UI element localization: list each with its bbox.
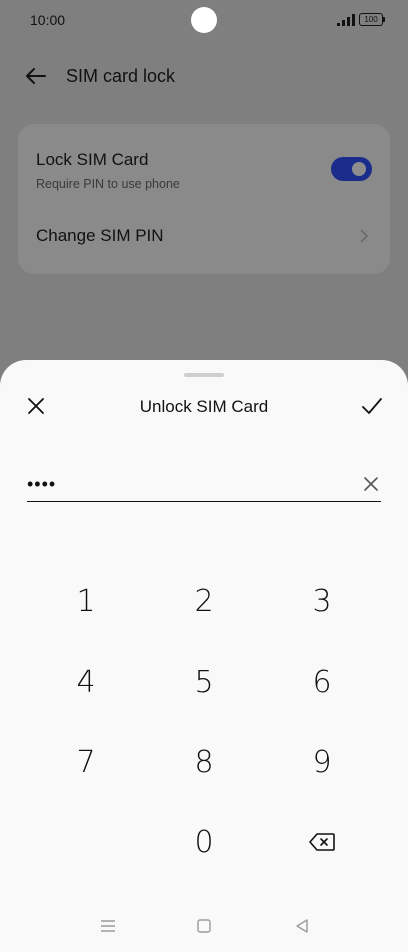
chevron-right-icon (360, 229, 369, 243)
menu-icon[interactable] (98, 916, 118, 936)
lock-sim-row[interactable]: Lock SIM Card Require PIN to use phone (18, 124, 390, 202)
key-2[interactable]: 2 (154, 573, 254, 629)
lock-sim-title: Lock SIM Card (36, 150, 149, 169)
battery-icon: 100 (359, 13, 385, 26)
back-triangle-icon[interactable] (292, 916, 312, 936)
key-1[interactable]: 1 (36, 573, 136, 629)
key-3[interactable]: 3 (272, 573, 372, 629)
status-bar: 10:00 100 (0, 0, 408, 40)
signal-icon (337, 14, 355, 26)
settings-card: Lock SIM Card Require PIN to use phone C… (18, 124, 390, 274)
toggle-knob (352, 162, 366, 176)
key-8[interactable]: 8 (154, 734, 254, 790)
back-arrow-icon[interactable] (24, 64, 48, 88)
key-0[interactable]: 0 (154, 814, 254, 870)
key-6[interactable]: 6 (272, 654, 372, 710)
key-4[interactable]: 4 (36, 654, 136, 710)
change-sim-pin-title: Change SIM PIN (36, 226, 164, 245)
app-bar: SIM card lock (0, 56, 408, 96)
key-7[interactable]: 7 (36, 734, 136, 790)
unlock-sim-sheet: Unlock SIM Card •••• 1 2 3 4 5 6 7 8 9 0 (0, 360, 408, 952)
change-sim-pin-row[interactable]: Change SIM PIN (18, 212, 390, 260)
status-time: 10:00 (30, 12, 66, 28)
system-nav-bar (0, 910, 408, 944)
key-9[interactable]: 9 (272, 734, 372, 790)
key-5[interactable]: 5 (154, 654, 254, 710)
backspace-icon (309, 833, 335, 851)
battery-level: 100 (359, 13, 383, 26)
lock-sim-subtitle: Require PIN to use phone (36, 177, 180, 191)
camera-cutout (191, 7, 217, 33)
backspace-key[interactable] (272, 814, 372, 870)
numeric-keypad: 1 2 3 4 5 6 7 8 9 0 (0, 360, 408, 952)
home-icon[interactable] (194, 916, 214, 936)
lock-sim-toggle[interactable] (331, 157, 372, 181)
page-title: SIM card lock (66, 66, 176, 86)
